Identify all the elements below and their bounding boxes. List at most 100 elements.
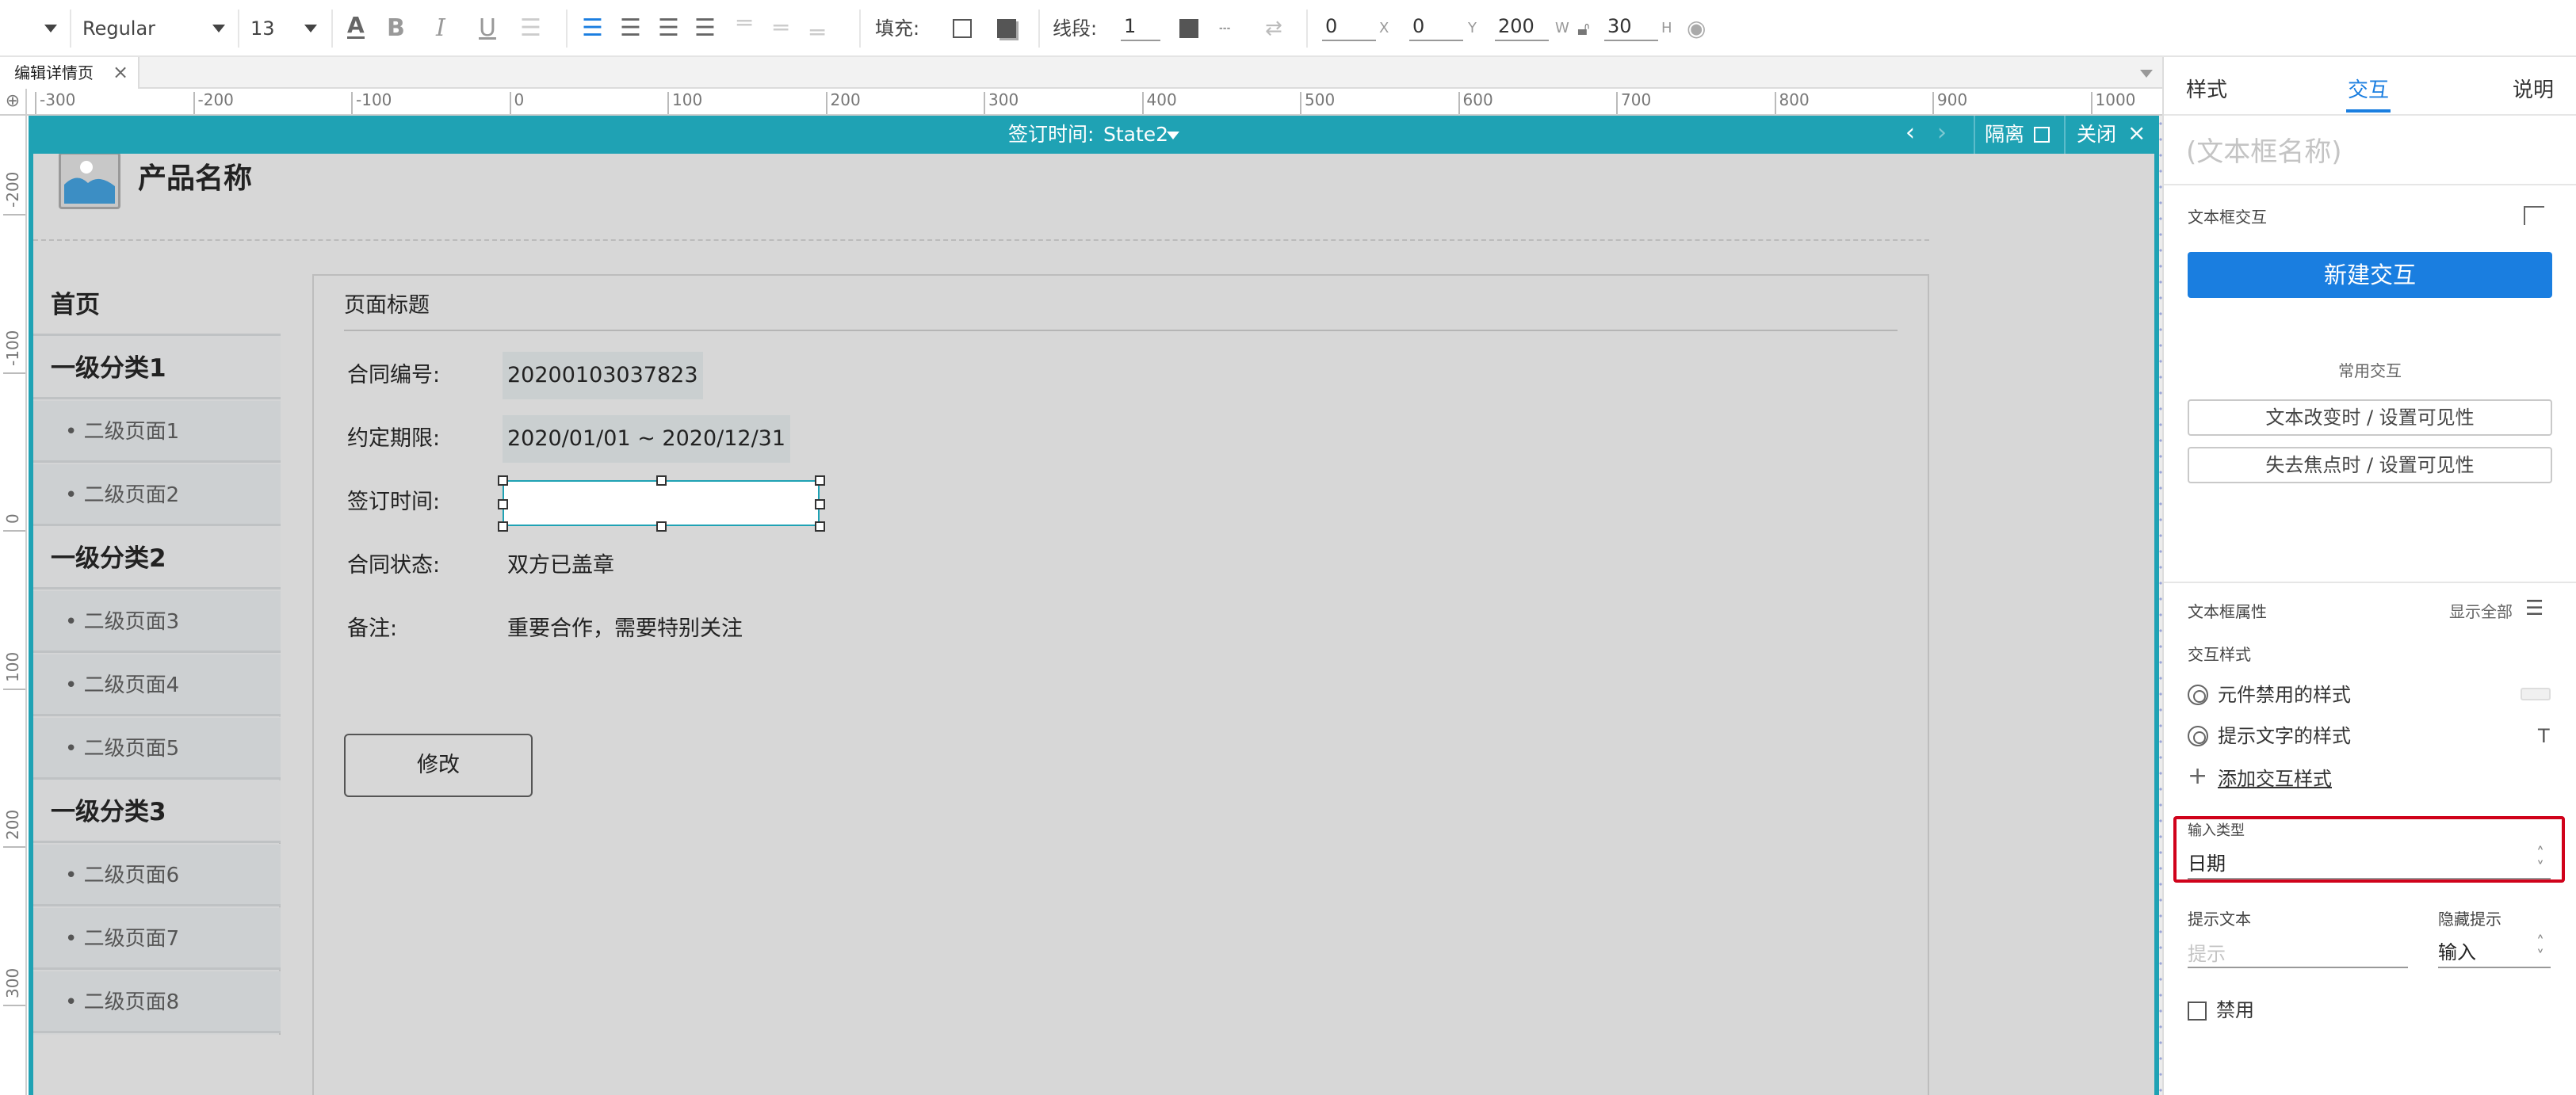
ruler-tick <box>3 530 25 532</box>
w-unit: W <box>1555 20 1569 36</box>
stroke-pattern-icon[interactable]: ┄ <box>1219 14 1230 43</box>
interaction-style-label: 交互样式 <box>2188 645 2251 664</box>
align-left-icon[interactable]: ☰ <box>582 14 603 43</box>
add-style-link[interactable]: 添加交互样式 <box>2218 765 2332 792</box>
resize-handle[interactable] <box>656 521 667 532</box>
font-size-select[interactable]: 13 <box>250 14 275 43</box>
tab-style[interactable]: 样式 <box>2186 76 2227 105</box>
nav-page-3[interactable]: • 二级页面3 <box>33 591 281 653</box>
ruler-label: -300 <box>40 90 76 109</box>
resize-handle[interactable] <box>815 475 825 486</box>
select-interaction-icon[interactable] <box>2524 206 2544 225</box>
width-input[interactable]: 200 <box>1495 13 1549 41</box>
font-color-icon[interactable]: A <box>347 14 365 39</box>
widget-name-input[interactable]: (文本框名称) <box>2186 135 2342 170</box>
stepper-down-icon[interactable]: ˅ <box>2536 948 2544 965</box>
tab-edit-detail[interactable]: 编辑详情页 × <box>0 57 140 89</box>
common-interaction-2[interactable]: 失去焦点时 / 设置可见性 <box>2188 447 2552 483</box>
ruler-label: 0 <box>514 90 525 109</box>
close-frame-button[interactable]: 关闭 <box>2077 122 2116 147</box>
valign-middle-icon[interactable]: ═ <box>774 14 788 43</box>
hint-text-input[interactable]: 提示 <box>2188 941 2226 967</box>
resize-handle[interactable] <box>498 475 508 486</box>
valign-bottom-icon[interactable]: ═ <box>810 19 824 48</box>
hide-hint-label: 隐藏提示 <box>2438 910 2501 929</box>
ruler-tick <box>1616 92 1618 114</box>
input-type-select[interactable]: 日期 <box>2188 851 2226 876</box>
nav-page-1[interactable]: • 二级页面1 <box>33 401 281 463</box>
resize-handle[interactable] <box>815 499 825 509</box>
new-interaction-button[interactable]: 新建交互 <box>2188 252 2552 298</box>
nav-page-5[interactable]: • 二级页面5 <box>33 718 281 780</box>
prev-state-icon[interactable]: ‹ <box>1905 119 1915 147</box>
align-right-icon[interactable]: ☰ <box>658 14 679 43</box>
y-input[interactable]: 0 <box>1409 13 1463 41</box>
list-icon[interactable]: ☰ <box>520 14 541 43</box>
menu-icon[interactable]: ☰ <box>2525 594 2544 623</box>
nav-page-7[interactable]: • 二级页面7 <box>33 908 281 970</box>
ruler-tick <box>1300 92 1301 114</box>
ruler-label: 600 <box>1462 90 1493 109</box>
ruler-tick <box>3 372 25 374</box>
fill-color-swatch[interactable] <box>953 19 972 38</box>
page-title: 页面标题 <box>344 293 430 318</box>
height-input[interactable]: 30 <box>1604 13 1658 41</box>
arrow-style-icon[interactable]: ⇄ <box>1265 14 1282 43</box>
disabled-style-option[interactable]: 元件禁用的样式 <box>2218 681 2351 708</box>
common-interaction-1[interactable]: 文本改变时 / 设置可见性 <box>2188 399 2552 436</box>
bold-icon[interactable]: B <box>387 14 405 43</box>
resize-handle[interactable] <box>498 499 508 509</box>
isolate-icon[interactable] <box>2034 127 2050 143</box>
lock-icon[interactable]: 🔓︎ <box>1577 14 1590 43</box>
italic-icon[interactable]: I <box>436 14 445 43</box>
stroke-width-input[interactable]: 1 <box>1121 13 1160 41</box>
frame-bar: 签订时间: State2 ‹ › 隔离 关闭 × <box>29 116 2159 154</box>
remark-value: 重要合作，需要特别关注 <box>507 616 743 641</box>
nav-category-3[interactable]: 一级分类3 <box>33 781 281 843</box>
chevron-down-icon[interactable] <box>304 25 317 32</box>
state-select[interactable]: State2 <box>1103 122 1168 147</box>
tab-interaction[interactable]: 交互 <box>2348 76 2389 105</box>
disable-checkbox[interactable] <box>2188 1002 2207 1021</box>
align-center-icon[interactable]: ☰ <box>620 14 641 43</box>
close-icon[interactable]: × <box>2127 119 2146 147</box>
chevron-down-icon[interactable] <box>44 25 57 32</box>
nav-category-2[interactable]: 一级分类2 <box>33 528 281 589</box>
nav-home[interactable]: 首页 <box>33 274 281 336</box>
ruler-label: 300 <box>3 967 22 998</box>
resize-handle[interactable] <box>498 521 508 532</box>
underline-icon[interactable]: U <box>479 14 496 43</box>
chevron-down-icon[interactable] <box>212 25 225 32</box>
eye-icon[interactable]: ◉ <box>1687 14 1706 43</box>
remark-label: 备注: <box>347 616 398 641</box>
ruler-tick <box>1458 92 1460 114</box>
align-justify-icon[interactable]: ☰ <box>694 14 716 43</box>
chevron-down-icon[interactable] <box>1167 132 1179 139</box>
resize-handle[interactable] <box>815 521 825 532</box>
show-all-link[interactable]: 显示全部 <box>2449 601 2513 623</box>
sign-time-input[interactable] <box>503 480 820 526</box>
hide-hint-select[interactable]: 输入 <box>2438 940 2476 965</box>
font-style-select[interactable]: Regular <box>82 14 155 43</box>
valign-top-icon[interactable]: ═ <box>737 10 751 38</box>
nav-category-1[interactable]: 一级分类1 <box>33 338 281 399</box>
edit-button[interactable]: 修改 <box>344 734 533 797</box>
hint-style-option[interactable]: 提示文字的样式 <box>2218 723 2351 750</box>
stroke-color-swatch[interactable] <box>1179 19 1198 38</box>
tab-menu-icon[interactable] <box>2140 70 2153 78</box>
resize-handle[interactable] <box>656 475 667 486</box>
close-icon[interactable]: × <box>113 60 128 84</box>
nav-page-4[interactable]: • 二级页面4 <box>33 654 281 716</box>
shadow-swatch[interactable] <box>997 19 1016 38</box>
nav-page-2[interactable]: • 二级页面2 <box>33 464 281 526</box>
nav-page-6[interactable]: • 二级页面6 <box>33 845 281 906</box>
next-state-icon[interactable]: › <box>1937 119 1947 147</box>
crosshair-icon[interactable]: ⊕ <box>0 89 27 116</box>
ruler-label: 100 <box>672 90 703 109</box>
x-input[interactable]: 0 <box>1322 13 1376 41</box>
tab-notes[interactable]: 说明 <box>2513 76 2554 105</box>
isolate-button[interactable]: 隔离 <box>1985 122 2024 147</box>
stepper-down-icon[interactable]: ˅ <box>2536 859 2544 876</box>
nav-page-8[interactable]: • 二级页面8 <box>33 971 281 1033</box>
plus-icon[interactable]: + <box>2188 762 2207 791</box>
